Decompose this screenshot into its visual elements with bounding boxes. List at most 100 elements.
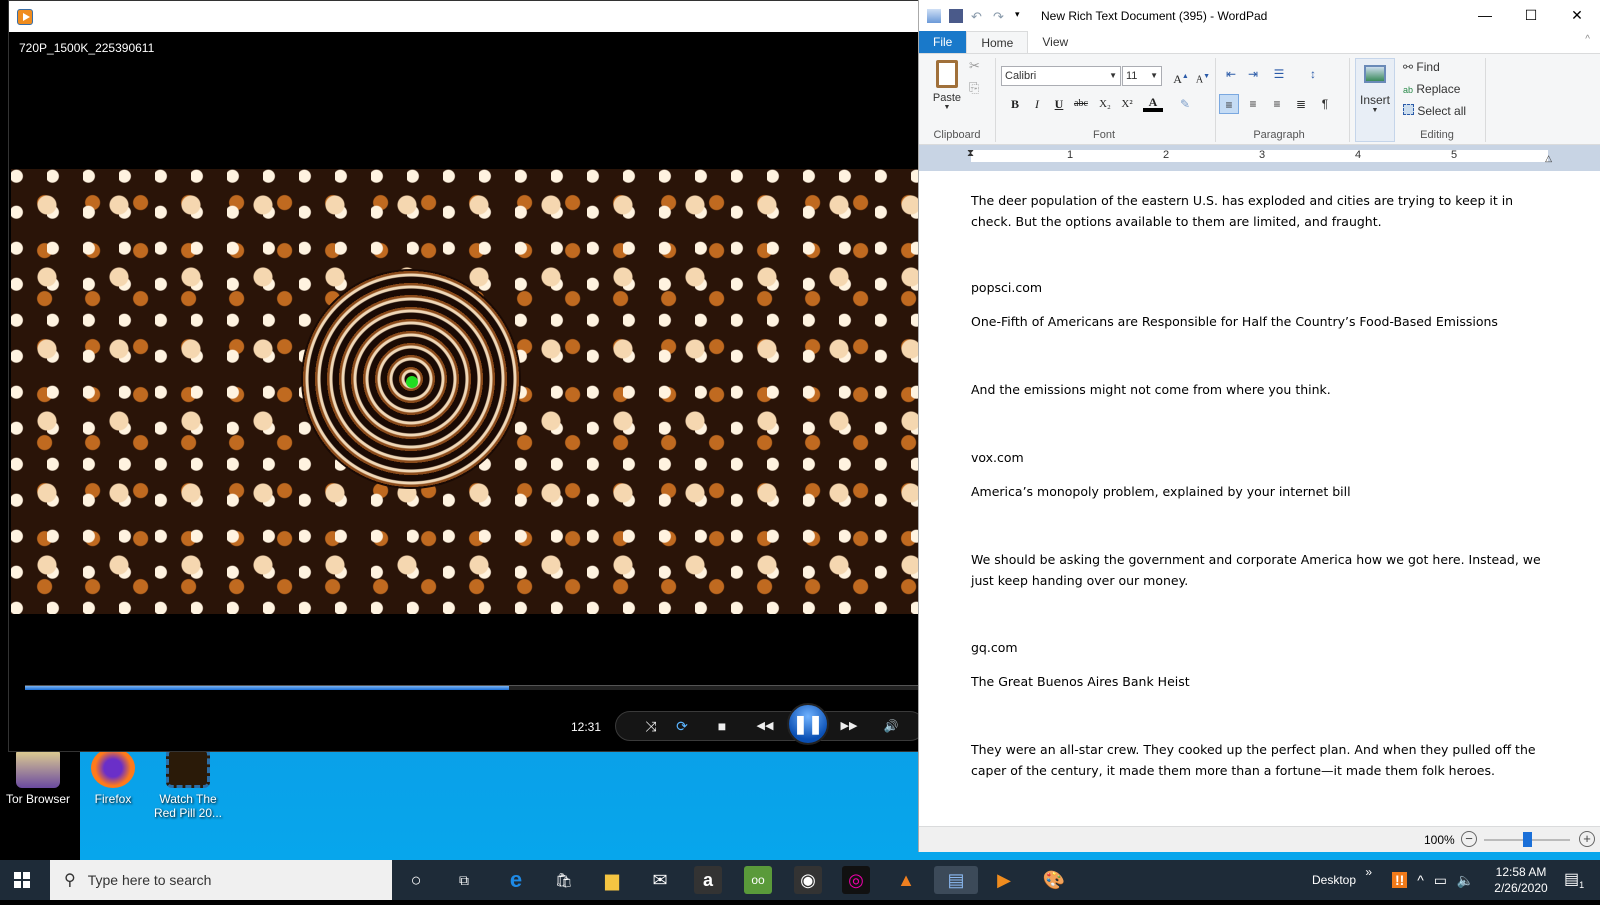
decrease-indent-icon[interactable]: ⇤ (1221, 64, 1241, 84)
seek-bar[interactable] (25, 685, 921, 690)
alert-app-icon[interactable]: !! (1392, 872, 1408, 888)
doc-paragraph: vox.com (971, 450, 1024, 465)
copy-icon[interactable]: ⎘ (969, 80, 979, 96)
cortana-icon[interactable]: ○ (402, 866, 430, 894)
picture-icon (1364, 65, 1386, 83)
line-spacing-icon[interactable]: ↕ (1303, 64, 1323, 84)
underline-button[interactable]: U (1049, 94, 1069, 114)
save-icon[interactable] (949, 8, 963, 23)
toolbar-expand-icon[interactable]: » (1365, 865, 1372, 879)
align-right-icon[interactable]: ≡ (1267, 94, 1287, 114)
desktop-icon-video[interactable]: Watch The Red Pill 20... (150, 748, 226, 820)
media-player-taskbar-icon[interactable]: ▶ (990, 866, 1018, 894)
photo-app-icon[interactable]: ◎ (842, 866, 870, 894)
network-icon[interactable]: ▭ (1434, 872, 1447, 888)
ruler-mark: 3 (1259, 149, 1266, 161)
elapsed-time: 12:31 (571, 720, 602, 734)
stop-button[interactable]: ■ (710, 716, 734, 736)
tab-file[interactable]: File (919, 31, 967, 53)
find-button[interactable]: ⚯ Find (1403, 60, 1440, 74)
taskbar-search[interactable]: ⚲ Type here to search (50, 860, 392, 900)
ribbon-separator (1349, 58, 1350, 142)
text-color-icon[interactable]: A (1143, 94, 1163, 112)
align-left-icon[interactable]: ≡ (1219, 94, 1239, 114)
paragraph-settings-icon[interactable]: ¶ (1315, 94, 1335, 114)
font-group-label: Font (1092, 129, 1115, 141)
bold-button[interactable]: B (1005, 94, 1025, 114)
superscript-button[interactable]: X² (1117, 94, 1137, 114)
redo-icon[interactable]: ↷ (993, 9, 1007, 24)
increase-indent-icon[interactable]: ⇥ (1243, 64, 1263, 84)
media-player-icon (17, 8, 33, 25)
action-center-icon[interactable]: ▤1 (1564, 860, 1584, 900)
edge-icon[interactable]: e (502, 866, 530, 894)
amazon-icon[interactable]: a (694, 866, 722, 894)
select-all-label: Select all (1417, 104, 1467, 118)
tab-view[interactable]: View (1028, 31, 1082, 53)
close-button[interactable]: ✕ (1554, 0, 1600, 31)
italic-button[interactable]: I (1027, 94, 1047, 114)
desktop-icon-firefox[interactable]: Firefox (75, 748, 151, 806)
pause-button[interactable]: ❚❚ (787, 703, 829, 745)
wordpad-taskbar-icon[interactable]: ▤ (934, 866, 978, 894)
file-explorer-icon[interactable]: ▆ (598, 866, 626, 894)
right-indent-marker[interactable]: △ (1545, 153, 1552, 164)
align-center-icon[interactable]: ≡ (1243, 94, 1263, 114)
doc-paragraph: popsci.com (971, 280, 1043, 295)
grow-font-icon[interactable]: A▲ (1171, 66, 1191, 86)
tab-home[interactable]: Home (966, 31, 1029, 53)
desktop-icon-tor-browser[interactable]: Tor Browser (0, 748, 76, 806)
document-area[interactable]: The deer population of the eastern U.S. … (919, 182, 1600, 824)
cut-icon[interactable]: ✂ (969, 58, 980, 74)
highlight-color-icon[interactable]: ✎ (1175, 94, 1195, 114)
show-hidden-icons[interactable]: ^ (1417, 872, 1424, 888)
paste-label: Paste (932, 92, 962, 104)
bullet-list-icon[interactable]: ☰ (1269, 64, 1289, 84)
minimize-button[interactable]: — (1462, 0, 1508, 31)
tor-browser-icon (16, 748, 60, 788)
select-all-button[interactable]: Select all (1403, 104, 1466, 118)
maximize-button[interactable]: ☐ (1508, 0, 1554, 31)
shuffle-button[interactable]: ⤨ (639, 716, 663, 736)
volume-button[interactable]: 🔊 (879, 716, 903, 736)
desktop-icon-label: Firefox (94, 792, 132, 806)
video-display[interactable] (11, 169, 919, 614)
video-title: 720P_1500K_225390611 (19, 41, 155, 55)
next-button[interactable]: ▶▶ (837, 716, 861, 736)
start-button[interactable] (14, 872, 30, 888)
paste-button[interactable]: Paste ▼ (931, 60, 963, 111)
desktop-toolbar[interactable]: Desktop » (1312, 860, 1372, 900)
ruler[interactable]: 1 2 3 4 5 ⧗ △ (919, 145, 1600, 171)
tripadvisor-icon[interactable]: oo (744, 866, 772, 894)
zoom-slider-thumb[interactable] (1523, 832, 1532, 847)
indent-marker[interactable]: ⧗ (967, 148, 974, 159)
mail-icon[interactable]: ✉ (646, 866, 674, 894)
font-family-select[interactable]: Calibri ▼ (1001, 66, 1121, 86)
taskbar: ⚲ Type here to search ○ ⧉ e 🛍 ▆ ✉ a oo ◉… (0, 860, 1600, 900)
repeat-button[interactable]: ⟳ (670, 716, 694, 736)
justify-icon[interactable]: ≣ (1291, 94, 1311, 114)
green-dot (406, 376, 418, 388)
previous-button[interactable]: ◀◀ (753, 716, 777, 736)
task-view-icon[interactable]: ⧉ (450, 866, 478, 894)
wordpad-app-icon (927, 8, 941, 23)
camera-icon[interactable]: ◉ (794, 866, 822, 894)
insert-button[interactable]: Insert ▼ (1355, 58, 1395, 142)
strikethrough-button[interactable]: abc (1071, 94, 1091, 114)
undo-icon[interactable]: ↶ (971, 9, 985, 24)
font-size-select[interactable]: 11 ▼ (1122, 66, 1162, 86)
subscript-button[interactable]: X₂ (1095, 94, 1115, 114)
collapse-ribbon-icon[interactable]: ^ (1585, 34, 1590, 45)
vlc-icon[interactable]: ▲ (892, 866, 920, 894)
shrink-font-icon[interactable]: A▼ (1193, 66, 1213, 86)
zoom-out-button[interactable]: − (1461, 831, 1477, 847)
paint-icon[interactable]: 🎨 (1040, 866, 1068, 894)
volume-icon[interactable]: 🔈 (1457, 872, 1474, 888)
zoom-in-button[interactable]: + (1579, 831, 1595, 847)
store-icon[interactable]: 🛍 (550, 866, 578, 894)
replace-button[interactable]: ab Replace (1403, 82, 1460, 96)
find-label: Find (1416, 60, 1440, 74)
clock[interactable]: 12:58 AM 2/26/2020 (1488, 864, 1554, 904)
clock-time: 12:58 AM (1495, 865, 1547, 879)
customize-toolbar-icon[interactable]: ▾ (1015, 9, 1029, 23)
